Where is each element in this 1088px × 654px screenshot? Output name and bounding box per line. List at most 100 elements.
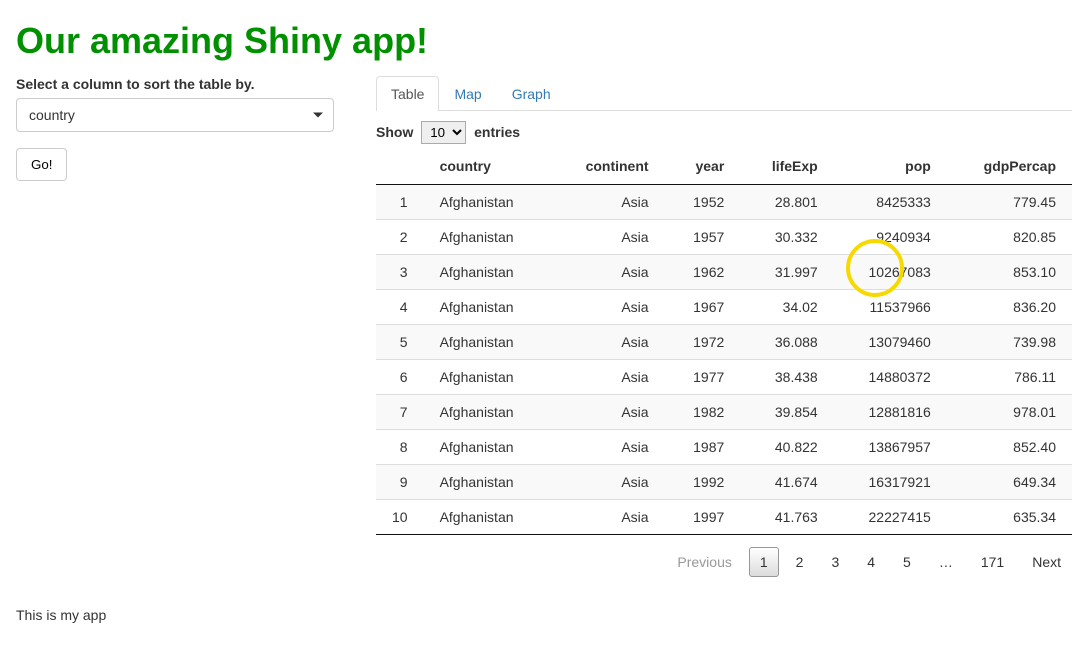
cell-row-index: 9 (376, 465, 424, 500)
table-row[interactable]: 4AfghanistanAsia196734.0211537966836.20 (376, 290, 1072, 325)
cell-row-index: 1 (376, 185, 424, 220)
cell-gdpPercap: 786.11 (947, 360, 1072, 395)
cell-continent: Asia (551, 465, 665, 500)
cell-country: Afghanistan (424, 255, 551, 290)
page-length-select[interactable]: 10 (421, 121, 466, 144)
page-button[interactable]: 2 (785, 547, 815, 577)
cell-continent: Asia (551, 290, 665, 325)
th-year[interactable]: year (665, 148, 741, 185)
table-row[interactable]: 2AfghanistanAsia195730.3329240934820.85 (376, 220, 1072, 255)
cell-lifeExp: 36.088 (740, 325, 833, 360)
tab-table[interactable]: Table (376, 76, 439, 111)
table-row[interactable]: 8AfghanistanAsia198740.82213867957852.40 (376, 430, 1072, 465)
table-row[interactable]: 9AfghanistanAsia199241.67416317921649.34 (376, 465, 1072, 500)
table-row[interactable]: 6AfghanistanAsia197738.43814880372786.11 (376, 360, 1072, 395)
cell-lifeExp: 40.822 (740, 430, 833, 465)
tabs: TableMapGraph (376, 76, 1072, 111)
cell-pop: 8425333 (834, 185, 947, 220)
cell-row-index: 10 (376, 500, 424, 535)
page-button[interactable]: 5 (892, 547, 922, 577)
sort-column-value: country (29, 107, 75, 123)
data-table: countrycontinentyearlifeExppopgdpPercap … (376, 148, 1072, 535)
cell-pop: 13079460 (834, 325, 947, 360)
cell-row-index: 8 (376, 430, 424, 465)
cell-country: Afghanistan (424, 395, 551, 430)
cell-country: Afghanistan (424, 430, 551, 465)
cell-continent: Asia (551, 255, 665, 290)
cell-pop: 11537966 (834, 290, 947, 325)
th-continent[interactable]: continent (551, 148, 665, 185)
cell-country: Afghanistan (424, 290, 551, 325)
prev-page-button[interactable]: Previous (666, 547, 742, 577)
cell-year: 1987 (665, 430, 741, 465)
cell-year: 1992 (665, 465, 741, 500)
th-gdpPercap[interactable]: gdpPercap (947, 148, 1072, 185)
pagination: Previous12345…171Next (376, 547, 1072, 577)
cell-row-index: 2 (376, 220, 424, 255)
cell-continent: Asia (551, 430, 665, 465)
next-page-button[interactable]: Next (1021, 547, 1072, 577)
table-row[interactable]: 5AfghanistanAsia197236.08813079460739.98 (376, 325, 1072, 360)
cell-year: 1977 (665, 360, 741, 395)
th-lifeExp[interactable]: lifeExp (740, 148, 833, 185)
th-pop[interactable]: pop (834, 148, 947, 185)
cell-year: 1997 (665, 500, 741, 535)
go-button[interactable]: Go! (16, 148, 67, 181)
cell-country: Afghanistan (424, 325, 551, 360)
table-row[interactable]: 10AfghanistanAsia199741.76322227415635.3… (376, 500, 1072, 535)
cell-row-index: 3 (376, 255, 424, 290)
cell-lifeExp: 28.801 (740, 185, 833, 220)
cell-lifeExp: 31.997 (740, 255, 833, 290)
page-title: Our amazing Shiny app! (16, 20, 1072, 62)
entries-text: entries (474, 124, 520, 140)
cell-pop: 16317921 (834, 465, 947, 500)
cell-continent: Asia (551, 395, 665, 430)
page-button[interactable]: 1 (749, 547, 779, 577)
cell-pop: 9240934 (834, 220, 947, 255)
cell-year: 1982 (665, 395, 741, 430)
cell-continent: Asia (551, 220, 665, 255)
cell-gdpPercap: 779.45 (947, 185, 1072, 220)
cell-row-index: 6 (376, 360, 424, 395)
tab-map[interactable]: Map (439, 76, 496, 111)
cell-continent: Asia (551, 325, 665, 360)
cell-year: 1957 (665, 220, 741, 255)
cell-continent: Asia (551, 500, 665, 535)
page-button[interactable]: 4 (856, 547, 886, 577)
cell-lifeExp: 38.438 (740, 360, 833, 395)
table-row[interactable]: 3AfghanistanAsia196231.99710267083853.10 (376, 255, 1072, 290)
cell-continent: Asia (551, 360, 665, 395)
cell-gdpPercap: 739.98 (947, 325, 1072, 360)
tab-graph[interactable]: Graph (497, 76, 566, 111)
sidebar: Select a column to sort the table by. co… (16, 76, 376, 577)
cell-gdpPercap: 852.40 (947, 430, 1072, 465)
cell-gdpPercap: 836.20 (947, 290, 1072, 325)
table-row[interactable]: 1AfghanistanAsia195228.8018425333779.45 (376, 185, 1072, 220)
page-ellipsis: … (928, 547, 964, 577)
main-panel: TableMapGraph Show 10 entries countrycon… (376, 76, 1072, 577)
cell-row-index: 4 (376, 290, 424, 325)
cell-lifeExp: 39.854 (740, 395, 833, 430)
cell-year: 1952 (665, 185, 741, 220)
cell-country: Afghanistan (424, 185, 551, 220)
cell-continent: Asia (551, 185, 665, 220)
cell-row-index: 5 (376, 325, 424, 360)
table-row[interactable]: 7AfghanistanAsia198239.85412881816978.01 (376, 395, 1072, 430)
sort-column-select[interactable]: country (16, 98, 334, 132)
cell-lifeExp: 34.02 (740, 290, 833, 325)
th-country[interactable]: country (424, 148, 551, 185)
cell-pop: 10267083 (834, 255, 947, 290)
cell-pop: 14880372 (834, 360, 947, 395)
cell-pop: 22227415 (834, 500, 947, 535)
length-menu: Show 10 entries (376, 121, 1072, 144)
cell-country: Afghanistan (424, 465, 551, 500)
show-text: Show (376, 124, 413, 140)
cell-pop: 12881816 (834, 395, 947, 430)
cell-country: Afghanistan (424, 220, 551, 255)
page-button[interactable]: 171 (970, 547, 1015, 577)
page-button[interactable]: 3 (820, 547, 850, 577)
cell-country: Afghanistan (424, 500, 551, 535)
caret-down-icon (313, 113, 323, 118)
th-row-index[interactable] (376, 148, 424, 185)
cell-row-index: 7 (376, 395, 424, 430)
